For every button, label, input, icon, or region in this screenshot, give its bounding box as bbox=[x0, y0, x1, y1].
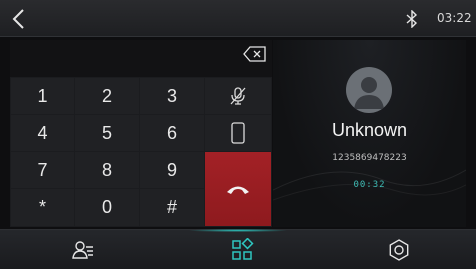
key-0[interactable]: 0 bbox=[75, 189, 139, 226]
mute-button[interactable] bbox=[205, 78, 271, 114]
key-hash[interactable]: # bbox=[140, 189, 204, 226]
keypad: 1 2 3 4 5 6 7 8 9 * 0 # bbox=[10, 77, 272, 227]
hang-up-icon bbox=[227, 186, 249, 194]
avatar bbox=[346, 67, 392, 113]
person-icon bbox=[354, 77, 384, 109]
active-tab-indicator bbox=[188, 229, 288, 232]
settings-icon[interactable] bbox=[387, 238, 411, 262]
call-duration: 00:32 bbox=[353, 180, 386, 190]
phone-device-button[interactable] bbox=[205, 115, 271, 151]
key-7[interactable]: 7 bbox=[11, 152, 74, 188]
chevron-left-icon[interactable] bbox=[8, 7, 32, 31]
caller-number: 1235869478223 bbox=[332, 153, 407, 163]
key-8[interactable]: 8 bbox=[75, 152, 139, 188]
phone-device-icon bbox=[231, 122, 245, 144]
key-4[interactable]: 4 bbox=[11, 115, 74, 151]
key-star[interactable]: * bbox=[11, 189, 74, 226]
bottom-nav-bar bbox=[0, 229, 476, 269]
key-6[interactable]: 6 bbox=[140, 115, 204, 151]
hang-up-button[interactable] bbox=[205, 152, 271, 226]
key-2[interactable]: 2 bbox=[75, 78, 139, 114]
key-9[interactable]: 9 bbox=[140, 152, 204, 188]
number-input[interactable] bbox=[10, 40, 272, 77]
status-bar: 03:22 bbox=[0, 0, 476, 37]
contacts-icon[interactable] bbox=[71, 238, 95, 262]
mic-off-icon bbox=[230, 87, 246, 105]
clock: 03:22 bbox=[437, 11, 472, 25]
backspace-icon[interactable] bbox=[243, 46, 267, 62]
key-1[interactable]: 1 bbox=[11, 78, 74, 114]
key-5[interactable]: 5 bbox=[75, 115, 139, 151]
caller-name: Unknown bbox=[331, 120, 408, 140]
bluetooth-icon bbox=[406, 10, 418, 28]
key-3[interactable]: 3 bbox=[140, 78, 204, 114]
apps-grid-icon[interactable] bbox=[230, 238, 254, 262]
